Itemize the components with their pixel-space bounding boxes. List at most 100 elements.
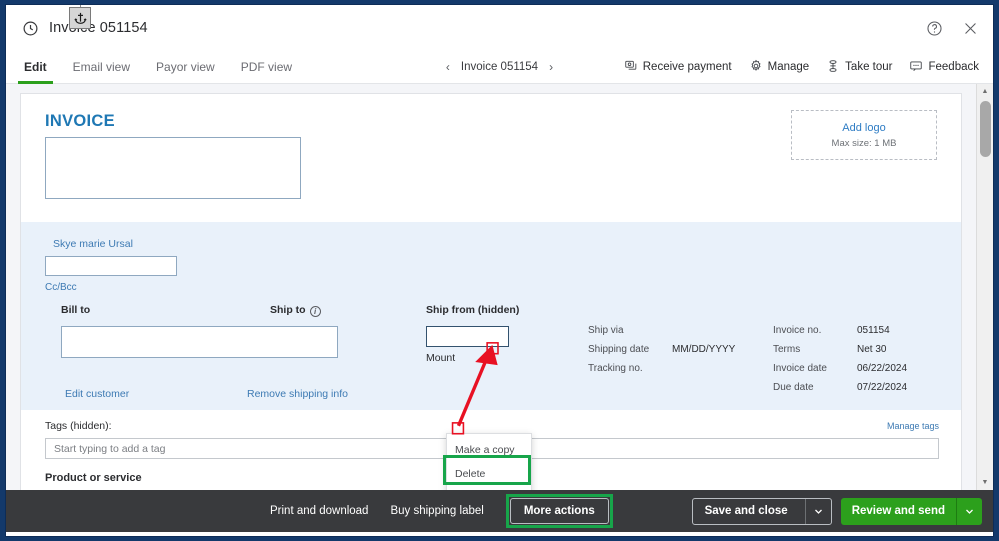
due-date-label: Due date — [773, 382, 814, 393]
meta-row: Due date 07/22/2024 — [773, 382, 907, 393]
due-date-value[interactable]: 07/22/2024 — [857, 382, 907, 393]
menu-item-void[interactable]: Void — [447, 486, 531, 490]
receive-payment-icon — [624, 59, 638, 76]
take-tour-icon — [826, 59, 840, 76]
ship-to-column: Ship to i — [270, 304, 321, 317]
invoice-no-value: 051154 — [857, 325, 890, 336]
title-bar: Invoice 051154 — [6, 5, 993, 51]
menu-item-make-a-copy[interactable]: Make a copy — [447, 438, 531, 462]
record-pager: ‹ Invoice 051154 › — [446, 51, 553, 83]
remove-shipping-info-link[interactable]: Remove shipping info — [247, 388, 348, 400]
meta-row: Ship via — [588, 325, 735, 336]
ship-from-column: Ship from (hidden) Mount — [426, 304, 519, 364]
terms-value[interactable]: Net 30 — [857, 344, 886, 355]
receive-payment-button[interactable]: Receive payment — [624, 59, 732, 76]
invoice-scroll-area: INVOICE Add logo Max size: 1 MB Edit com… — [6, 84, 993, 490]
application-window: Invoice 051154 Edit Email view Payor vie… — [0, 0, 999, 541]
print-and-download-button[interactable]: Print and download — [270, 505, 368, 517]
feedback-chat-icon — [909, 59, 923, 76]
bottom-bar-left: Print and download Buy shipping label Mo… — [270, 494, 613, 528]
cc-bcc-link[interactable]: Cc/Bcc — [45, 282, 939, 293]
tab-email-view-label: Email view — [72, 60, 131, 74]
ship-from-label: Ship from (hidden) — [426, 304, 520, 316]
review-chevron-down-icon[interactable] — [956, 497, 982, 525]
add-logo-link[interactable]: Add logo — [842, 122, 885, 134]
menu-item-label: Make a copy — [455, 444, 515, 456]
tab-payor-view-label: Payor view — [156, 60, 215, 74]
invoice-meta-list: Invoice no. 051154 Terms Net 30 Invoice … — [773, 325, 907, 401]
menu-item-delete[interactable]: Delete — [447, 462, 531, 486]
ship-to-label: Ship to i — [270, 304, 321, 317]
shipping-meta-list: Ship via Shipping date MM/DD/YYYY Tracki… — [588, 325, 735, 382]
take-tour-button[interactable]: Take tour — [826, 59, 892, 76]
pager-prev-icon[interactable]: ‹ — [446, 60, 450, 74]
menu-item-label: Delete — [455, 468, 486, 480]
bottom-action-bar: Print and download Buy shipping label Mo… — [6, 490, 993, 532]
scrollbar-thumb[interactable] — [980, 101, 991, 157]
manage-tags-link[interactable]: Manage tags — [887, 421, 939, 431]
feedback-button[interactable]: Feedback — [909, 59, 979, 76]
meta-row: Terms Net 30 — [773, 344, 907, 355]
add-logo-dropzone[interactable]: Add logo Max size: 1 MB — [791, 110, 937, 160]
ship-from-field[interactable] — [426, 326, 509, 347]
tags-label: Tags (hidden): — [45, 420, 112, 432]
tab-edit-label: Edit — [24, 60, 47, 74]
save-chevron-down-icon[interactable] — [804, 498, 831, 524]
take-tour-label: Take tour — [845, 61, 893, 73]
buy-shipping-label-button[interactable]: Buy shipping label — [390, 505, 483, 517]
toolbar-actions: Receive payment Manage Take tour Feedbac… — [624, 51, 993, 83]
feedback-label: Feedback — [928, 61, 979, 73]
bottom-bar-right: Save and close Review and send — [691, 497, 982, 525]
ship-via-label: Ship via — [588, 325, 624, 336]
page-title: Invoice 051154 — [49, 20, 148, 36]
info-circle-icon[interactable]: i — [309, 306, 321, 317]
manage-label: Manage — [767, 61, 810, 73]
tab-edit[interactable]: Edit — [18, 51, 53, 84]
review-and-send-label: Review and send — [851, 505, 945, 517]
pager-next-icon[interactable]: › — [549, 60, 553, 74]
meta-row: Shipping date MM/DD/YYYY — [588, 344, 735, 355]
company-name-field[interactable] — [45, 137, 301, 199]
meta-row: Invoice no. 051154 — [773, 325, 907, 336]
gear-icon — [749, 59, 763, 76]
help-circle-icon[interactable] — [926, 20, 943, 37]
window-content: Invoice 051154 Edit Email view Payor vie… — [5, 4, 994, 537]
more-actions-menu[interactable]: Make a copy Delete Void Transaction jour… — [446, 433, 532, 490]
logo-max-size-label: Max size: 1 MB — [831, 137, 897, 149]
shipping-date-value[interactable]: MM/DD/YYYY — [672, 344, 735, 355]
invoice-date-value[interactable]: 06/22/2024 — [857, 363, 907, 374]
meta-row: Tracking no. — [588, 363, 735, 374]
invoice-date-label: Invoice date — [773, 363, 827, 374]
bill-to-field[interactable] — [61, 326, 338, 358]
vertical-scrollbar[interactable]: ▲ ▼ — [976, 84, 993, 490]
manage-button[interactable]: Manage — [749, 59, 810, 76]
pager-label: Invoice 051154 — [460, 61, 539, 73]
tags-header: Tags (hidden): Manage tags — [45, 420, 939, 432]
ship-to-label-text: Ship to — [270, 304, 306, 316]
meta-row: Invoice date 06/22/2024 — [773, 363, 907, 374]
review-and-send-button[interactable]: Review and send — [840, 497, 982, 525]
tab-pdf-view-label: PDF view — [240, 60, 293, 74]
invoice-header: INVOICE Add logo Max size: 1 MB Edit com… — [21, 94, 961, 312]
tab-email-view[interactable]: Email view — [73, 51, 130, 83]
scroll-down-arrow-icon[interactable]: ▼ — [977, 475, 993, 490]
scroll-up-arrow-icon[interactable]: ▲ — [977, 84, 993, 99]
tab-payor-view[interactable]: Payor view — [156, 51, 215, 83]
invoice-document: INVOICE Add logo Max size: 1 MB Edit com… — [20, 93, 962, 490]
recipient-email-field[interactable] — [45, 256, 177, 276]
tracking-no-label: Tracking no. — [588, 363, 643, 374]
close-x-icon[interactable] — [962, 20, 979, 37]
save-and-close-label: Save and close — [704, 505, 788, 517]
terms-label: Terms — [773, 344, 801, 355]
tab-pdf-view[interactable]: PDF view — [241, 51, 292, 83]
receive-payment-label: Receive payment — [642, 61, 732, 73]
invoice-recipient-band: Skye marie Ursal Cc/Bcc Bill to Edit cus… — [21, 222, 961, 410]
history-clock-icon[interactable] — [22, 20, 39, 37]
ship-from-subtext: Mount — [426, 352, 456, 364]
more-actions-wrapper: More actions — [505, 494, 613, 528]
save-and-close-button[interactable]: Save and close — [691, 497, 832, 525]
move-anchor-cursor — [69, 7, 91, 29]
invoice-canvas: INVOICE Add logo Max size: 1 MB Edit com… — [6, 84, 976, 490]
more-actions-button[interactable]: More actions — [509, 498, 609, 524]
edit-customer-link[interactable]: Edit customer — [65, 388, 129, 400]
